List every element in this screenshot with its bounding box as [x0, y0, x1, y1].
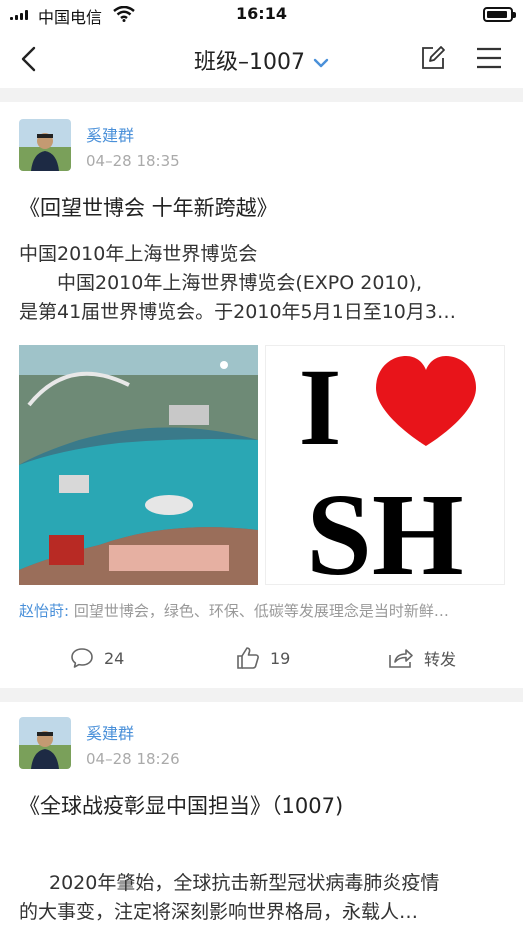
clock: 16:14 — [236, 4, 287, 23]
like-button[interactable]: 19 — [236, 644, 290, 672]
post-image[interactable] — [19, 345, 258, 585]
post-title: 《回望世博会 十年新跨越》 — [19, 196, 278, 220]
comment-text: 回望世博会，绿色、环保、低碳等发展理念是当时新鲜… — [73, 602, 449, 620]
nav-bar: 班级–1007 — [0, 30, 523, 88]
i-love-sh-image: I SH — [266, 346, 504, 584]
divider — [0, 88, 523, 102]
comment-user[interactable]: 赵怡莳: — [19, 602, 69, 620]
post-body: 中国2010年上海世界博览会 中国2010年上海世界博览会(EXPO 2010)… — [19, 243, 456, 323]
page-title: 班级–1007 — [194, 50, 305, 75]
expo-map-image — [19, 345, 258, 585]
share-icon — [389, 649, 413, 668]
avatar[interactable] — [19, 717, 71, 769]
i-love-sh-bottom: SH — [306, 469, 463, 584]
post-image[interactable]: I SH — [265, 345, 505, 585]
author-name[interactable]: 奚建群 — [86, 720, 134, 744]
avatar[interactable] — [19, 119, 71, 171]
post-time: 04–28 18:35 — [86, 152, 180, 170]
divider — [0, 688, 523, 702]
i-love-sh-top: I — [299, 346, 342, 468]
share-button[interactable]: 转发 — [388, 644, 456, 672]
battery-icon — [483, 7, 516, 22]
like-count: 19 — [270, 648, 291, 668]
comment-icon — [71, 648, 93, 668]
comment-count: 24 — [104, 648, 125, 668]
chevron-down-icon — [313, 58, 329, 68]
post-body: 2020年肇始，全球抗击新型冠状病毒肺炎疫情 的大事变，注定将深刻影响世界格局，… — [19, 872, 440, 923]
author-name[interactable]: 奚建群 — [86, 122, 134, 146]
status-bar: 中国电信 16:14 — [0, 0, 523, 30]
share-label: 转发 — [424, 650, 457, 669]
comment-button[interactable]: 24 — [70, 644, 124, 672]
post-time: 04–28 18:26 — [86, 750, 180, 768]
post-title: 《全球战疫彰显中国担当》（1007) — [19, 794, 344, 818]
thumbs-up-icon — [237, 647, 259, 669]
comment-preview[interactable]: 赵怡莳: 回望世博会，绿色、环保、低碳等发展理念是当时新鲜… — [19, 600, 507, 621]
menu-icon[interactable] — [476, 47, 502, 69]
edit-icon[interactable] — [420, 45, 446, 71]
